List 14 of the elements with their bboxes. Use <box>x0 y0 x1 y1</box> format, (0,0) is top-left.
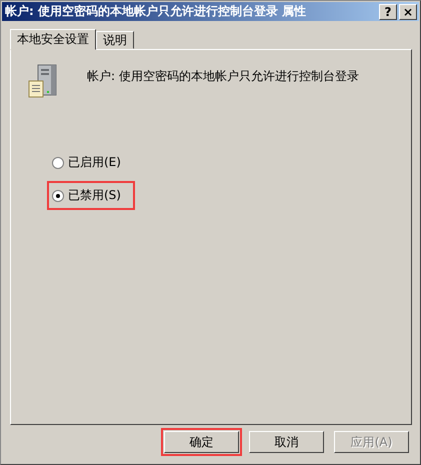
window-title: 帐户: 使用空密码的本地帐户只允许进行控制台登录 属性 <box>5 3 308 20</box>
tab[interactable]: 说明 <box>96 31 134 49</box>
tab[interactable]: 本地安全设置 <box>10 29 96 50</box>
option-label: 已启用(E) <box>68 154 121 171</box>
radio-button[interactable] <box>52 156 64 168</box>
highlight-frame[interactable]: 已禁用(S) <box>47 181 135 210</box>
radio-option[interactable]: 已启用(E) <box>47 148 135 177</box>
policy-name: 帐户: 使用空密码的本地帐户只允许进行控制台登录 <box>87 68 359 85</box>
radio-button[interactable] <box>52 190 64 202</box>
dialog-button[interactable]: 确定 <box>164 431 239 453</box>
close-button[interactable]: × <box>399 4 417 20</box>
help-button[interactable]: ? <box>379 4 397 20</box>
option-label: 已禁用(S) <box>68 187 121 204</box>
dialog-button[interactable]: 取消 <box>249 431 324 453</box>
